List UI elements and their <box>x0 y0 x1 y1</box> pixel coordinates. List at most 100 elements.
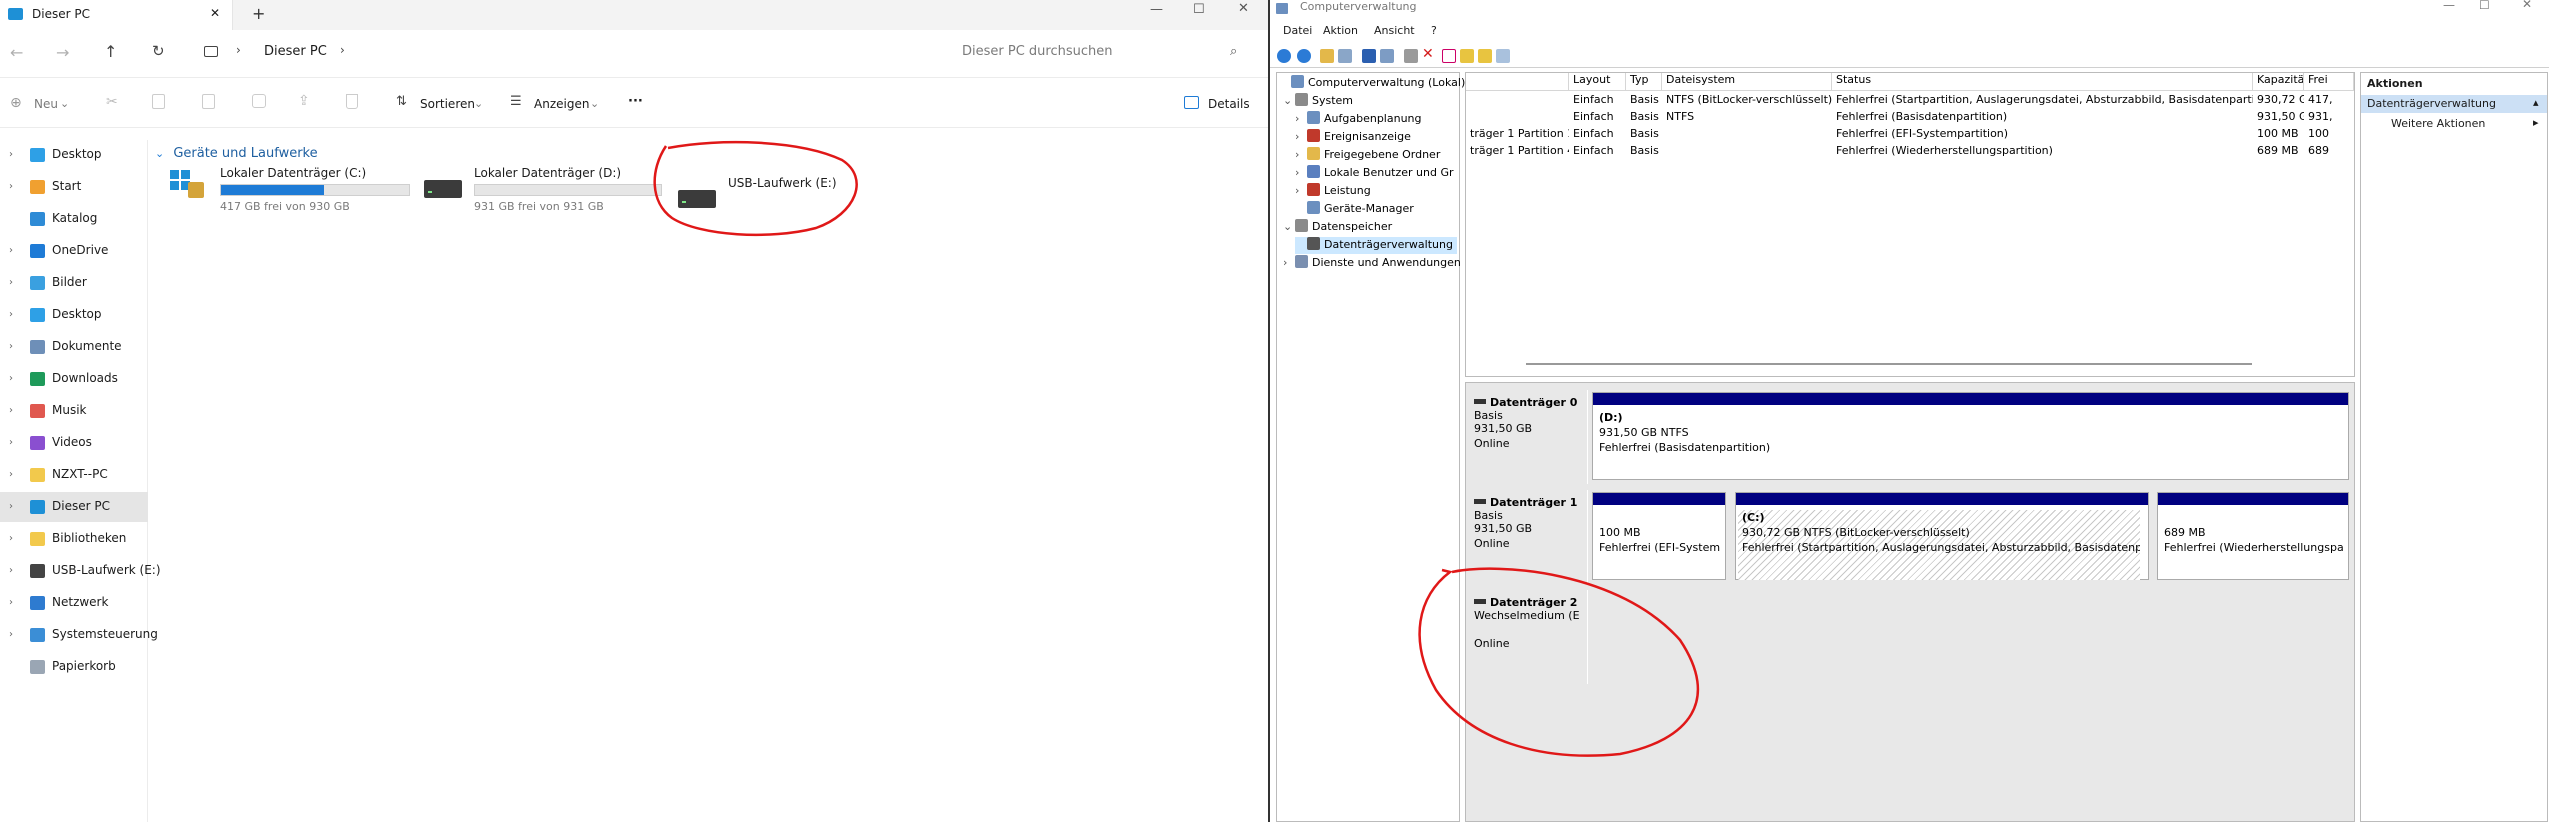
share-icon[interactable]: ⇪ <box>298 93 310 109</box>
nav-item-bibliotheken[interactable]: › Bibliotheken <box>0 524 148 554</box>
chevron-right-icon[interactable]: › <box>9 533 13 544</box>
chevron-right-icon[interactable]: › <box>9 373 13 384</box>
volume-row[interactable]: Einfach Basis NTFS (BitLocker-verschlüssel… <box>1466 92 2354 109</box>
chevron-right-icon[interactable]: › <box>9 277 13 288</box>
tree-item-ereignisanzeige[interactable]: › Ereignisanzeige <box>1295 129 1411 146</box>
menu-ansicht[interactable]: Ansicht <box>1374 24 1415 37</box>
nav-item-dokumente[interactable]: › Dokumente <box>0 332 148 362</box>
new-icon[interactable] <box>1460 49 1474 63</box>
forward-arrow-icon[interactable]: → <box>56 43 69 62</box>
nav-item-usb-laufwerk-e-[interactable]: › USB-Laufwerk (E:) <box>0 556 161 586</box>
menu-help[interactable]: ? <box>1431 24 1437 37</box>
nav-item-katalog[interactable]: Katalog <box>0 204 148 234</box>
horizontal-scrollbar[interactable] <box>1526 363 2252 365</box>
tree-item-system[interactable]: ⌄ System <box>1283 93 1353 110</box>
expand-right-icon[interactable]: › <box>1295 130 1307 143</box>
partition-1-0[interactable]: 100 MB Fehlerfrei (EFI-Systempartition) <box>1592 492 1726 580</box>
view-button[interactable]: Anzeigen <box>534 97 589 111</box>
chevron-right-icon[interactable]: › <box>9 149 13 160</box>
new-tab-button[interactable]: + <box>252 4 265 23</box>
breadcrumb-dieser-pc[interactable]: Dieser PC <box>264 44 327 59</box>
chevron-right-icon[interactable]: › <box>9 437 13 448</box>
mmc-maximize-button[interactable]: ☐ <box>2479 0 2490 12</box>
drive-e-tile[interactable]: USB-Laufwerk (E:) <box>676 166 856 216</box>
expand-right-icon[interactable]: › <box>1283 256 1295 269</box>
partition-0-0[interactable]: (D:) 931,50 GB NTFS Fehlerfrei (Basisdaten… <box>1592 392 2349 480</box>
disk-label-1[interactable]: Datenträger 1 Basis 931,50 GB Online <box>1466 490 1588 584</box>
refresh-icon[interactable]: ↻ <box>152 42 165 60</box>
chevron-right-icon[interactable]: › <box>9 341 13 352</box>
expand-down-icon[interactable]: ⌄ <box>1283 220 1295 233</box>
tab-dieser-pc[interactable]: Dieser PC ✕ <box>0 0 233 30</box>
collapse-arrow-icon[interactable]: ▴ <box>2533 96 2539 109</box>
column-header-5[interactable]: Kapazität <box>2253 73 2304 90</box>
column-header-4[interactable]: Status <box>1832 73 2253 90</box>
wizard-icon[interactable] <box>1478 49 1492 63</box>
column-header-3[interactable]: Dateisystem <box>1662 73 1832 90</box>
chevron-right-icon[interactable]: › <box>9 245 13 256</box>
nav-item-papierkorb[interactable]: Papierkorb <box>0 652 148 682</box>
mmc-minimize-button[interactable]: — <box>2443 0 2455 12</box>
breadcrumb-chevron[interactable]: › <box>340 43 345 57</box>
search-box[interactable]: Dieser PC durchsuchen ⌕ <box>952 36 1262 68</box>
expand-right-icon[interactable]: › <box>1295 184 1307 197</box>
nav-item-systemsteuerung[interactable]: › Systemsteuerung <box>0 620 158 650</box>
search-input[interactable]: Dieser PC durchsuchen <box>962 44 1113 59</box>
nav-item-dieser-pc[interactable]: › Dieser PC <box>0 492 148 522</box>
view-icon[interactable] <box>1496 49 1510 63</box>
menu-datei[interactable]: Datei <box>1283 24 1312 37</box>
tree-item-dienste-und-anwendungen[interactable]: › Dienste und Anwendungen <box>1283 255 1461 272</box>
more-actions-item[interactable]: Weitere Aktionen ▸ <box>2361 115 2547 133</box>
drive-d-tile[interactable]: Lokaler Datenträger (D:) 931 GB frei von… <box>420 166 662 216</box>
tree-item-aufgabenplanung[interactable]: › Aufgabenplanung <box>1295 111 1422 128</box>
nav-item-bilder[interactable]: › Bilder <box>0 268 148 298</box>
more-options-button[interactable]: ··· <box>628 94 643 109</box>
cut-icon[interactable]: ✂ <box>106 94 118 110</box>
column-header-1[interactable]: Layout <box>1569 73 1626 90</box>
rename-icon[interactable] <box>252 94 266 108</box>
partition-1-1[interactable]: (C:) 930,72 GB NTFS (BitLocker-verschlüss… <box>1735 492 2149 580</box>
partition-1-2[interactable]: 689 MB Fehlerfrei (Wiederherstellungspart… <box>2157 492 2349 580</box>
up-arrow-icon[interactable]: ↑ <box>104 42 117 61</box>
chevron-right-icon[interactable]: › <box>9 181 13 192</box>
new-button[interactable]: Neu <box>34 97 58 111</box>
tree-item-freigegebene-ordner[interactable]: › Freigegebene Ordner <box>1295 147 1440 164</box>
volume-row[interactable]: Einfach Basis NTFS Fehlerfrei (Basisdatenpa… <box>1466 109 2354 126</box>
chevron-right-icon[interactable]: › <box>9 501 13 512</box>
tree-item-computerverwaltung-lokal-[interactable]: Computerverwaltung (Lokal) <box>1279 75 1465 92</box>
tree-item-datenträgerverwaltung[interactable]: Datenträgerverwaltung <box>1295 237 1457 254</box>
tree-item-geräte-manager[interactable]: Geräte-Manager <box>1295 201 1414 218</box>
maximize-button[interactable]: ☐ <box>1193 2 1205 17</box>
forward-arrow-icon[interactable] <box>1297 49 1311 63</box>
chevron-right-icon[interactable]: › <box>9 597 13 608</box>
menu-aktion[interactable]: Aktion <box>1323 24 1358 37</box>
volume-row[interactable]: träger 1 Partition 4) Einfach Basis Fehlerf… <box>1466 143 2354 160</box>
nav-item-videos[interactable]: › Videos <box>0 428 148 458</box>
nav-item-desktop[interactable]: › Desktop <box>0 300 148 330</box>
show-hide-tree-icon[interactable] <box>1338 49 1352 63</box>
expand-down-icon[interactable]: ⌄ <box>1283 94 1295 107</box>
chevron-right-icon[interactable]: › <box>9 309 13 320</box>
nav-item-netzwerk[interactable]: › Netzwerk <box>0 588 148 618</box>
nav-item-onedrive[interactable]: › OneDrive <box>0 236 148 266</box>
delete-icon[interactable] <box>346 94 358 109</box>
disk-label-2[interactable]: Datenträger 2 Wechselmedium (E:) Online <box>1466 590 1588 684</box>
chevron-right-icon[interactable]: › <box>9 629 13 640</box>
nav-item-downloads[interactable]: › Downloads <box>0 364 148 394</box>
section-header[interactable]: ⌄ Geräte und Laufwerke <box>155 142 318 161</box>
drive-c-tile[interactable]: Lokaler Datenträger (C:) 417 GB frei von… <box>166 166 416 216</box>
expand-right-icon[interactable]: › <box>1295 112 1307 125</box>
actions-group[interactable]: Datenträgerverwaltung ▴ <box>2361 95 2547 113</box>
expand-right-icon[interactable]: › <box>1295 166 1307 179</box>
mmc-close-button[interactable]: ✕ <box>2522 0 2532 11</box>
properties-icon[interactable] <box>1380 49 1394 63</box>
tree-item-lokale-benutzer-und-gr[interactable]: › Lokale Benutzer und Gr <box>1295 165 1454 182</box>
checklist-icon[interactable] <box>1442 49 1456 63</box>
connect-icon[interactable] <box>1404 49 1418 63</box>
delete-red-x-icon[interactable]: ✕ <box>1422 46 1434 62</box>
chevron-right-icon[interactable]: › <box>9 405 13 416</box>
tree-item-leistung[interactable]: › Leistung <box>1295 183 1371 200</box>
up-folder-icon[interactable] <box>1320 49 1334 63</box>
column-header-0[interactable] <box>1466 73 1569 90</box>
details-button[interactable]: Details <box>1208 97 1250 111</box>
